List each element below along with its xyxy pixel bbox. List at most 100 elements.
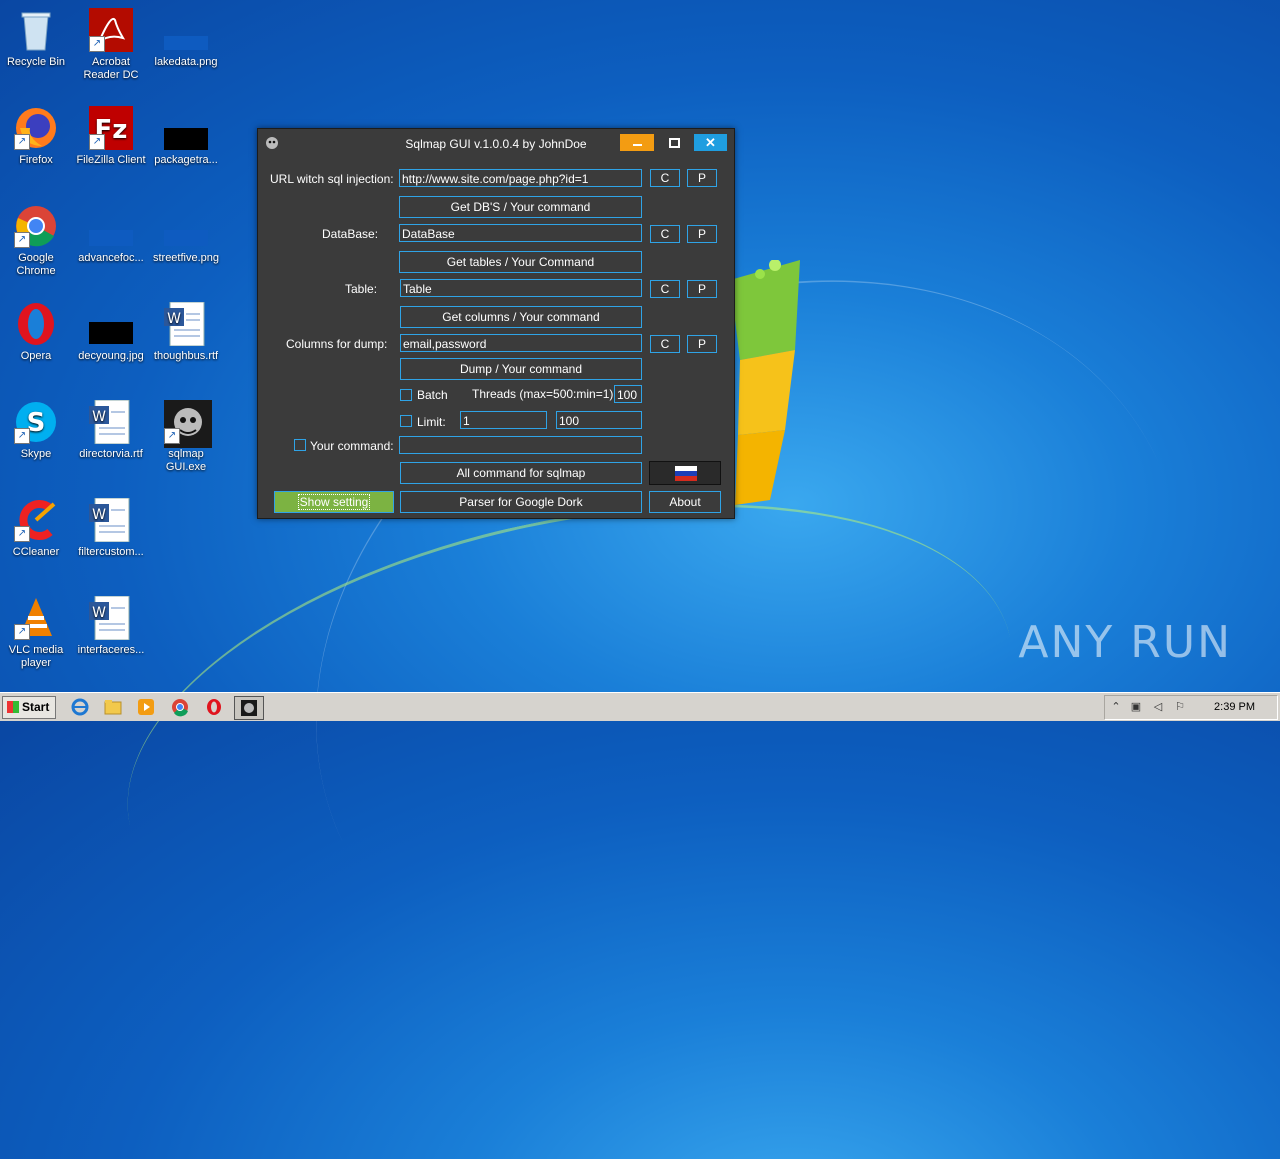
desktop-icon-label: Skype <box>20 448 52 460</box>
desktop-icon-packagetra[interactable]: packagetra... <box>148 106 224 167</box>
desktop-icon-label: sqlmap GUI.exe <box>165 448 207 473</box>
sqlmap-gui-window: Sqlmap GUI v.1.0.0.4 by JohnDoe ✕ URL wi… <box>257 128 735 519</box>
table-paste-button[interactable]: P <box>687 280 717 298</box>
taskbar-explorer-icon[interactable] <box>103 697 123 717</box>
word-document-icon: W <box>89 595 133 641</box>
start-button[interactable]: Start <box>2 696 56 719</box>
show-hidden-icons-icon[interactable]: ⌃ <box>1109 701 1123 714</box>
desktop-icon-label: lakedata.png <box>154 56 218 68</box>
url-copy-button[interactable]: C <box>650 169 680 187</box>
svg-text:W: W <box>167 311 181 327</box>
database-paste-button[interactable]: P <box>687 225 717 243</box>
threads-label: Threads (max=500:min=1) : <box>472 387 621 401</box>
image-file-icon <box>164 204 208 248</box>
desktop-icon-filezilla[interactable]: Fz ↗ FileZilla Client <box>73 106 149 167</box>
image-file-icon <box>164 8 208 52</box>
desktop-icon-acrobat[interactable]: ↗ Acrobat Reader DC <box>73 8 149 82</box>
database-input[interactable]: DataBase <box>399 224 642 242</box>
maximize-button[interactable] <box>658 134 690 151</box>
google-dork-parser-button[interactable]: Parser for Google Dork <box>400 491 642 513</box>
opera-icon <box>14 302 58 346</box>
filezilla-icon: Fz ↗ <box>89 106 133 150</box>
desktop-icon-interfaceres[interactable]: W interfaceres... <box>73 595 149 657</box>
desktop-icon-ccleaner[interactable]: ↗ CCleaner <box>0 498 74 559</box>
desktop-icon-decyoung[interactable]: decyoung.jpg <box>73 302 149 363</box>
taskbar-chrome-icon[interactable] <box>170 697 190 717</box>
shortcut-arrow-icon: ↗ <box>14 232 30 248</box>
desktop-icon-firefox[interactable]: ↗ Firefox <box>0 106 74 167</box>
desktop-icon-label: Firefox <box>19 154 53 166</box>
about-button[interactable]: About <box>649 491 721 513</box>
skype-icon: S ↗ <box>14 400 58 444</box>
your-command-checkbox[interactable] <box>294 439 306 451</box>
window-titlebar[interactable]: Sqlmap GUI v.1.0.0.4 by JohnDoe ✕ <box>258 129 734 157</box>
shortcut-arrow-icon: ↗ <box>14 134 30 150</box>
desktop-icon-streetfive[interactable]: streetfive.png <box>148 204 224 265</box>
volume-icon[interactable]: ◁ <box>1151 701 1165 714</box>
word-document-icon: W <box>89 497 133 543</box>
start-label: Start <box>22 700 50 714</box>
get-dbs-button[interactable]: Get DB'S / Your command <box>399 196 642 218</box>
desktop-icon-label: interfaceres... <box>77 644 145 656</box>
taskbar-sqlmap-gui-active[interactable] <box>234 696 264 720</box>
get-columns-button[interactable]: Get columns / Your command <box>400 306 642 328</box>
desktop-icon-directorvia[interactable]: W directorvia.rtf <box>73 399 149 461</box>
desktop-icon-label: Opera <box>20 350 52 362</box>
desktop-icon-recycle-bin[interactable]: Recycle Bin <box>0 8 74 69</box>
desktop-icon-vlc[interactable]: ↗ VLC media player <box>0 596 74 670</box>
shortcut-arrow-icon: ↗ <box>164 428 180 444</box>
limit-to-input[interactable]: 100 <box>556 411 642 429</box>
desktop-icon-thoughbus[interactable]: W thoughbus.rtf <box>148 301 224 363</box>
language-russian-button[interactable] <box>649 461 721 485</box>
database-label: DataBase: <box>322 227 379 241</box>
taskbar-opera-icon[interactable] <box>204 697 224 717</box>
desktop-icon-lakedata[interactable]: lakedata.png <box>148 8 224 69</box>
network-icon[interactable]: ▣ <box>1129 701 1143 714</box>
word-document-icon: W <box>89 399 133 445</box>
table-label: Table: <box>345 282 378 296</box>
desktop-icon-label: Google Chrome <box>16 252 56 277</box>
database-copy-button[interactable]: C <box>650 225 680 243</box>
limit-from-input[interactable]: 1 <box>460 411 547 429</box>
your-command-input[interactable] <box>399 436 642 454</box>
desktop-icon-label: directorvia.rtf <box>79 448 143 460</box>
firefox-icon: ↗ <box>14 106 58 150</box>
url-input[interactable]: http://www.site.com/page.php?id=1 <box>399 169 642 187</box>
shortcut-arrow-icon: ↗ <box>14 526 30 542</box>
threads-input[interactable]: 100 <box>614 385 642 403</box>
desktop-icon-advancefoc[interactable]: advancefoc... <box>73 204 149 265</box>
vlc-icon: ↗ <box>14 596 58 640</box>
all-commands-button[interactable]: All command for sqlmap <box>400 462 642 484</box>
table-copy-button[interactable]: C <box>650 280 680 298</box>
limit-checkbox[interactable] <box>400 415 412 427</box>
minimize-button[interactable] <box>620 134 654 151</box>
taskbar-ie-icon[interactable] <box>70 697 90 717</box>
svg-text:W: W <box>92 507 106 523</box>
desktop-icon-chrome[interactable]: ↗ Google Chrome <box>0 204 74 278</box>
desktop-icon-sqlmap-gui[interactable]: ↗ sqlmap GUI.exe <box>148 400 224 474</box>
clock[interactable]: 2:39 PM <box>1214 701 1255 713</box>
columns-paste-button[interactable]: P <box>687 335 717 353</box>
acrobat-icon: ↗ <box>89 8 133 52</box>
dump-button[interactable]: Dump / Your command <box>400 358 642 380</box>
columns-input[interactable]: email,password <box>400 334 642 352</box>
desktop-icon-skype[interactable]: S ↗ Skype <box>0 400 74 461</box>
anyrun-watermark: ANY RUN <box>1018 617 1232 668</box>
shortcut-arrow-icon: ↗ <box>14 624 30 640</box>
action-center-flag-icon[interactable]: ⚐ <box>1173 701 1187 714</box>
table-input[interactable]: Table <box>400 279 642 297</box>
taskbar-media-player-icon[interactable] <box>136 697 156 717</box>
desktop-icon-opera[interactable]: Opera <box>0 302 74 363</box>
batch-checkbox[interactable] <box>400 389 412 401</box>
russian-flag-icon <box>675 466 697 481</box>
image-file-icon <box>89 204 133 248</box>
columns-copy-button[interactable]: C <box>650 335 680 353</box>
desktop-icon-label: Recycle Bin <box>6 56 66 68</box>
get-tables-button[interactable]: Get tables / Your Command <box>399 251 642 273</box>
url-paste-button[interactable]: P <box>687 169 717 187</box>
desktop-icon-label: packagetra... <box>154 154 218 166</box>
show-setting-button[interactable]: Show setting <box>274 491 394 513</box>
close-button[interactable]: ✕ <box>694 134 727 151</box>
desktop-icon-label: VLC media player <box>8 644 64 669</box>
desktop-icon-filtercustom[interactable]: W filtercustom... <box>73 497 149 559</box>
